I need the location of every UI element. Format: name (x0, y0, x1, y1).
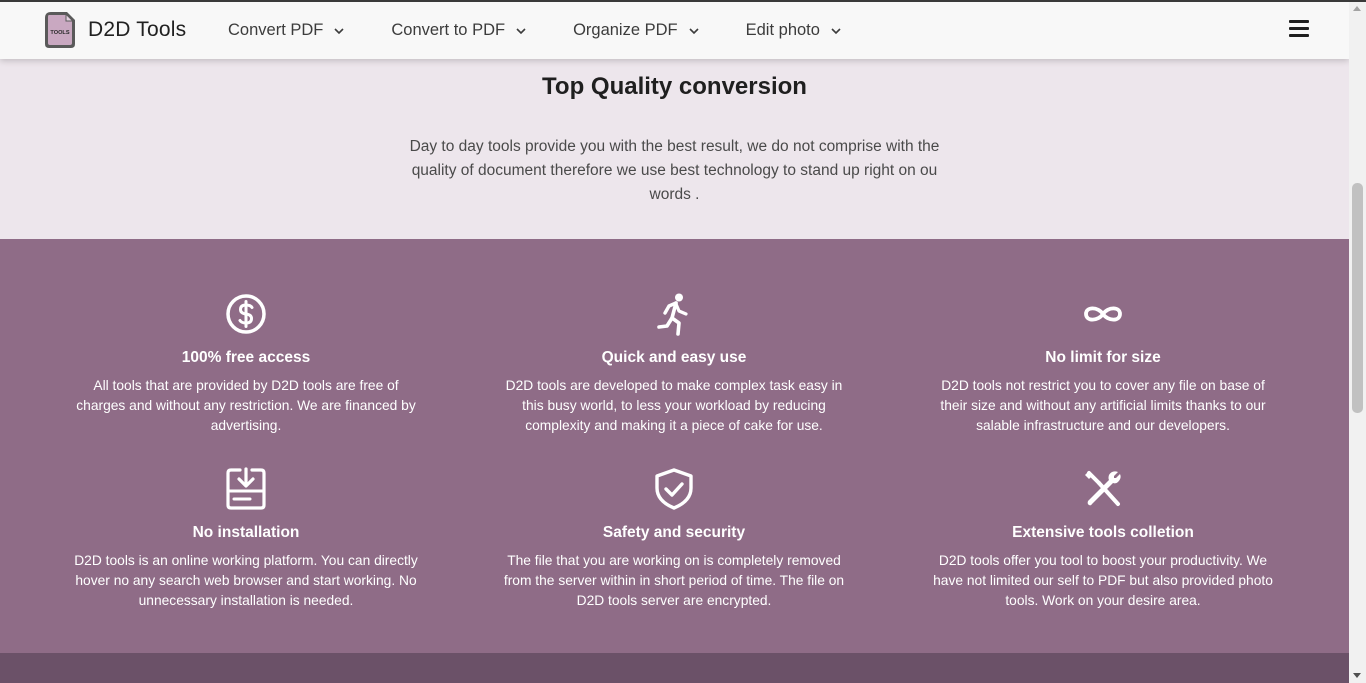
footer-band (0, 653, 1349, 683)
nav-organize-pdf[interactable]: Organize PDF (573, 21, 700, 40)
page: TOOLS D2D Tools Convert PDF Convert to P… (0, 0, 1349, 683)
running-person-icon (657, 293, 688, 336)
feature-description: D2D tools offer you tool to boost your p… (933, 553, 1273, 608)
nav-label: Convert PDF (228, 21, 324, 39)
feature-title: Extensive tools colletion (1012, 524, 1194, 541)
navbar: TOOLS D2D Tools Convert PDF Convert to P… (0, 2, 1349, 59)
window-top-border (0, 0, 1366, 2)
chevron-down-icon (831, 27, 841, 34)
features-section: 100% free access All tools that are prov… (0, 239, 1349, 653)
nav-label: Convert to PDF (391, 21, 506, 39)
nav-label: Organize PDF (573, 21, 678, 39)
tools-file-logo: TOOLS (45, 12, 75, 48)
feature-tools-collection: Extensive tools colletion D2D tools offe… (923, 467, 1283, 611)
scrollbar-thumb[interactable] (1352, 183, 1363, 413)
feature-title: Quick and easy use (601, 349, 747, 366)
feature-description: All tools that are provided by D2D tools… (76, 378, 416, 433)
tools-icon (1085, 471, 1121, 506)
feature-title: 100% free access (181, 349, 311, 366)
feature-free-access: 100% free access All tools that are prov… (66, 292, 426, 436)
feature-description: The file that you are working on is comp… (503, 553, 845, 608)
feature-description: D2D tools are developed to make complex … (505, 378, 843, 433)
feature-no-limit: No limit for size D2D tools not restrict… (923, 292, 1283, 436)
chevron-down-icon (689, 27, 699, 34)
brand-name: D2D Tools (88, 18, 187, 41)
section-title: Top Quality conversion (542, 73, 807, 100)
scroll-up-arrow-icon[interactable] (1353, 6, 1361, 11)
logo-text: TOOLS (50, 30, 69, 36)
nav-edit-photo[interactable]: Edit photo (746, 21, 842, 40)
feature-description: D2D tools not restrict you to cover any … (940, 378, 1266, 433)
scroll-down-arrow-icon[interactable] (1353, 673, 1361, 678)
section-description: Day to day tools provide you with the be… (409, 138, 940, 203)
main-nav: Convert PDF Convert to PDF Organize PDF … (228, 2, 888, 59)
feature-title: No installation (192, 524, 300, 541)
feature-quick-easy: Quick and easy use D2D tools are develop… (494, 292, 854, 436)
hamburger-menu-icon[interactable] (1289, 20, 1309, 40)
brand[interactable]: TOOLS D2D Tools (44, 11, 186, 49)
chevron-down-icon (516, 27, 526, 34)
dollar-circle-icon (226, 294, 266, 334)
feature-safety-security: Safety and security The file that you ar… (494, 467, 854, 611)
feature-no-installation: No installation D2D tools is an online w… (66, 467, 426, 611)
shield-check-icon (655, 468, 693, 510)
feature-description: D2D tools is an online working platform.… (74, 553, 418, 608)
nav-label: Edit photo (745, 21, 820, 39)
infinity-icon (1084, 306, 1122, 322)
feature-title: No limit for size (1045, 349, 1161, 366)
nav-convert-to-pdf[interactable]: Convert to PDF (391, 21, 527, 40)
intro-section: Top Quality conversion Day to day tools … (0, 59, 1349, 239)
feature-title: Safety and security (602, 524, 746, 541)
page-scrollbar[interactable] (1349, 2, 1366, 683)
chevron-down-icon (334, 27, 344, 34)
install-download-icon (226, 467, 266, 510)
nav-convert-pdf[interactable]: Convert PDF (228, 21, 345, 40)
